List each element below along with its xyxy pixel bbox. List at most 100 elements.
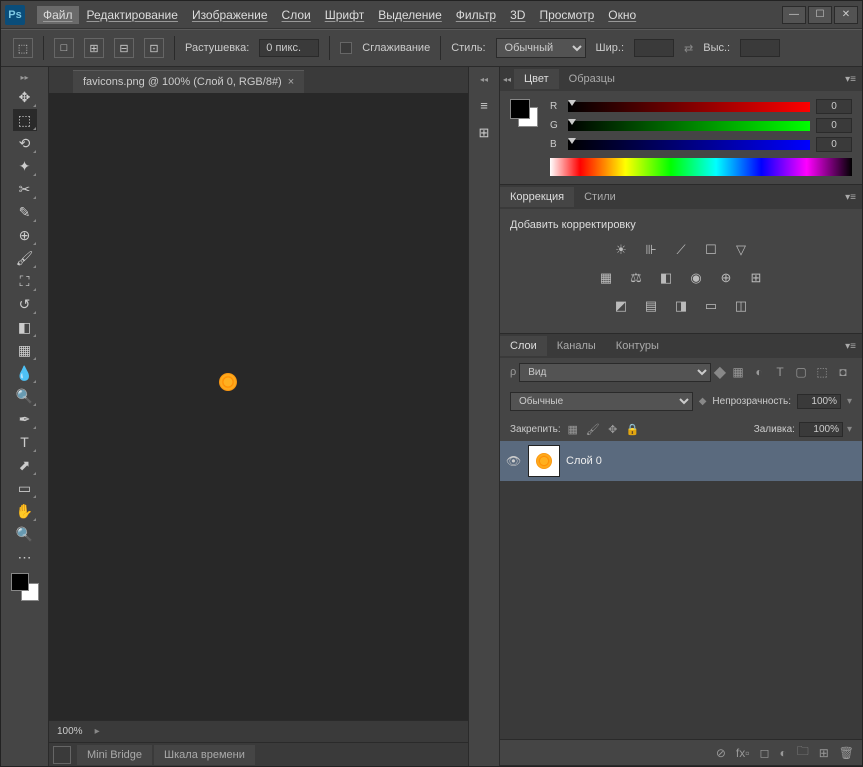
lock-all-icon[interactable]: 🔒 xyxy=(625,421,641,437)
heal-tool[interactable]: ⊕ xyxy=(13,224,37,246)
spectrum-ramp[interactable] xyxy=(550,158,852,176)
b-slider[interactable] xyxy=(568,140,810,150)
canvas[interactable] xyxy=(49,93,468,720)
path-select-tool[interactable]: ⬈ xyxy=(13,454,37,476)
filter-type-select[interactable]: Вид xyxy=(519,363,710,382)
fg-swatch[interactable] xyxy=(510,99,530,119)
filter-pixel-icon[interactable]: ▦ xyxy=(729,364,747,380)
pen-tool[interactable]: ✒ xyxy=(13,408,37,430)
layers-tab[interactable]: Слои xyxy=(500,336,547,356)
history-brush-tool[interactable]: ↺ xyxy=(13,293,37,315)
adjustments-tab[interactable]: Коррекция xyxy=(500,187,574,207)
menu-image[interactable]: Изображение xyxy=(186,6,274,24)
close-button[interactable]: ✕ xyxy=(834,6,858,24)
g-slider[interactable] xyxy=(568,121,810,131)
delete-layer-icon[interactable]: 🗑 xyxy=(839,746,854,760)
photo-filter-icon[interactable]: ◉ xyxy=(685,269,707,287)
vibrance-icon[interactable]: ▽ xyxy=(730,241,752,259)
dodge-tool[interactable]: 🔍 xyxy=(13,385,37,407)
color-collapse-icon[interactable]: ◂◂ xyxy=(500,73,514,86)
layer-thumbnail[interactable] xyxy=(528,445,560,477)
filter-type-icon[interactable]: T xyxy=(771,364,789,380)
color-panel-menu-icon[interactable]: ▾≡ xyxy=(839,74,862,85)
lock-position-icon[interactable]: ✥ xyxy=(605,421,621,437)
eraser-tool[interactable]: ◧ xyxy=(13,316,37,338)
layer-fx-icon[interactable]: fx▫ xyxy=(736,746,750,760)
tool-preset-icon[interactable]: ⬚ xyxy=(13,38,33,58)
menu-select[interactable]: Выделение xyxy=(372,6,448,24)
style-select[interactable]: Обычный xyxy=(496,38,586,58)
swatches-tab[interactable]: Образцы xyxy=(559,69,625,89)
color-swatches[interactable] xyxy=(11,573,39,601)
filter-toggle-icon[interactable]: ◘ xyxy=(834,364,852,380)
selection-new-icon[interactable]: □ xyxy=(54,38,74,58)
stamp-tool[interactable]: ⛶ xyxy=(13,270,37,292)
bottom-panel-icon[interactable] xyxy=(53,746,71,764)
filter-smart-icon[interactable]: ⬚ xyxy=(813,364,831,380)
posterize-icon[interactable]: ▤ xyxy=(640,297,662,315)
blur-tool[interactable]: 💧 xyxy=(13,362,37,384)
properties-panel-icon[interactable]: ⊞ xyxy=(474,123,494,143)
antialias-checkbox[interactable] xyxy=(340,42,352,54)
doc-info-icon[interactable]: ▸ xyxy=(95,726,100,737)
tab-close-icon[interactable]: × xyxy=(288,76,294,88)
fg-color-swatch[interactable] xyxy=(11,573,29,591)
document-tab[interactable]: favicons.png @ 100% (Слой 0, RGB/8#) × xyxy=(73,70,304,93)
gradient-tool[interactable]: ▦ xyxy=(13,339,37,361)
curves-icon[interactable]: ⟋ xyxy=(670,241,692,259)
selection-add-icon[interactable]: ⊞ xyxy=(84,38,104,58)
menu-3d[interactable]: 3D xyxy=(504,6,531,24)
g-value-input[interactable] xyxy=(816,118,852,133)
invert-icon[interactable]: ◩ xyxy=(610,297,632,315)
filter-adjust-icon[interactable]: ◐ xyxy=(750,364,768,380)
swap-wh-icon[interactable]: ⇄ xyxy=(684,42,693,55)
layer-mask-icon[interactable]: ◻ xyxy=(759,746,769,760)
mini-bridge-tab[interactable]: Mini Bridge xyxy=(77,745,152,765)
wand-tool[interactable]: ✦ xyxy=(13,155,37,177)
gradient-map-icon[interactable]: ▭ xyxy=(700,297,722,315)
brightness-icon[interactable]: ☀ xyxy=(610,241,632,259)
timeline-tab[interactable]: Шкала времени xyxy=(154,745,255,765)
filter-shape-icon[interactable]: ▢ xyxy=(792,364,810,380)
menu-edit[interactable]: Редактирование xyxy=(81,6,184,24)
strip-expand-icon[interactable]: ◂◂ xyxy=(469,75,499,87)
selection-subtract-icon[interactable]: ⊟ xyxy=(114,38,134,58)
color-swatch-pair[interactable] xyxy=(510,99,538,127)
layers-panel-menu-icon[interactable]: ▾≡ xyxy=(839,341,862,352)
zoom-level[interactable]: 100% xyxy=(57,726,83,737)
channels-tab[interactable]: Каналы xyxy=(547,336,606,356)
lasso-tool[interactable]: ⟲ xyxy=(13,132,37,154)
threshold-icon[interactable]: ◨ xyxy=(670,297,692,315)
height-input[interactable] xyxy=(740,39,780,57)
menu-view[interactable]: Просмотр xyxy=(533,6,600,24)
maximize-button[interactable]: ☐ xyxy=(808,6,832,24)
layer-group-icon[interactable]: 🗀 xyxy=(797,742,809,763)
lock-paint-icon[interactable]: 🖌 xyxy=(585,421,601,437)
levels-icon[interactable]: ⊪ xyxy=(640,241,662,259)
bw-icon[interactable]: ◧ xyxy=(655,269,677,287)
type-tool[interactable]: T xyxy=(13,431,37,453)
styles-tab[interactable]: Стили xyxy=(574,187,626,207)
mixer-icon[interactable]: ⊕ xyxy=(715,269,737,287)
b-value-input[interactable] xyxy=(816,137,852,152)
color-tab[interactable]: Цвет xyxy=(514,69,559,89)
brush-tool[interactable]: 🖌 xyxy=(13,247,37,269)
feather-input[interactable] xyxy=(259,39,319,57)
blend-mode-select[interactable]: Обычные xyxy=(510,392,693,411)
marquee-tool[interactable]: ⬚ xyxy=(13,109,37,131)
menu-type[interactable]: Шрифт xyxy=(319,6,370,24)
edit-toolbar-icon[interactable]: ⋯ xyxy=(13,546,37,568)
crop-tool[interactable]: ✂ xyxy=(13,178,37,200)
r-value-input[interactable] xyxy=(816,99,852,114)
hue-icon[interactable]: ▦ xyxy=(595,269,617,287)
link-layers-icon[interactable]: ⊘ xyxy=(716,746,726,760)
layer-visibility-icon[interactable]: 👁 xyxy=(506,454,522,468)
new-layer-icon[interactable]: ⊞ xyxy=(819,746,829,760)
toolbox-expand-icon[interactable]: ▸▸ xyxy=(1,73,48,85)
adjustments-panel-menu-icon[interactable]: ▾≡ xyxy=(839,192,862,203)
history-panel-icon[interactable]: ≡ xyxy=(474,95,494,115)
fill-input[interactable] xyxy=(799,422,843,437)
r-slider[interactable] xyxy=(568,102,810,112)
menu-window[interactable]: Окно xyxy=(602,6,642,24)
paths-tab[interactable]: Контуры xyxy=(606,336,669,356)
